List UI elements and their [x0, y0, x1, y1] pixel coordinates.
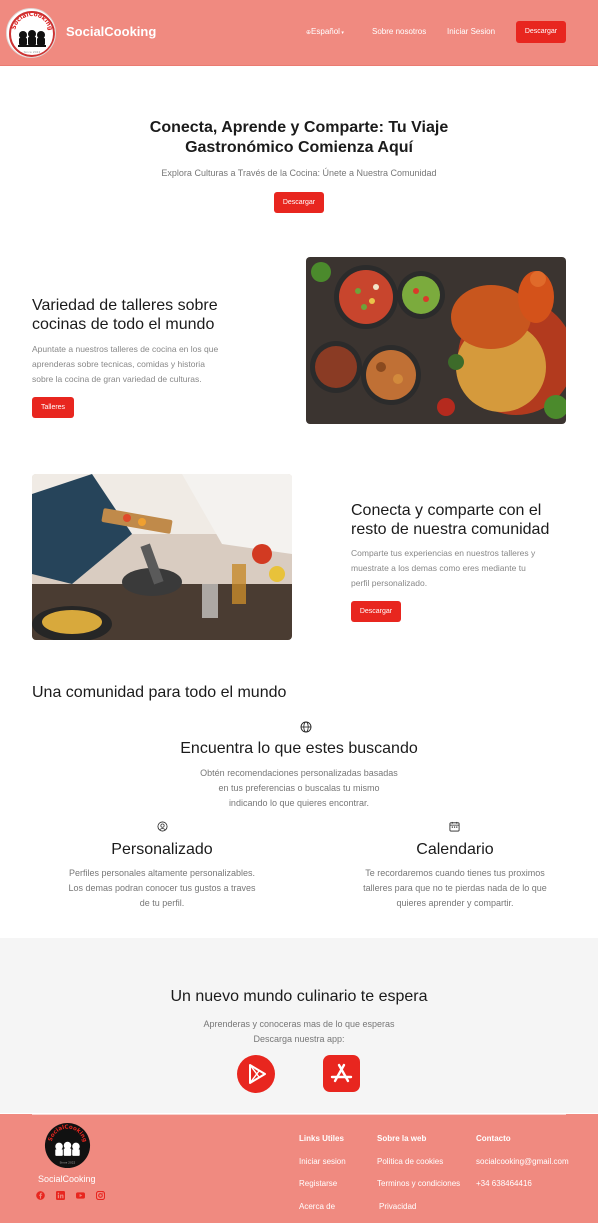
- feature-text-search: Obtén recomendaciones personalizadas bas…: [150, 766, 448, 811]
- workshops-title: Variedad de talleres sobre cocinas de to…: [32, 296, 282, 334]
- app-store-icon[interactable]: [323, 1055, 360, 1092]
- workshops-title-line1: Variedad de talleres sobre: [32, 297, 218, 314]
- footer-link-privacy[interactable]: Privacidad: [379, 1202, 416, 1211]
- brand-logo[interactable]: SocialCooking Since 2022: [6, 8, 56, 58]
- youtube-icon[interactable]: [76, 1191, 85, 1200]
- footer-divider: [32, 1114, 566, 1115]
- cooking-class-image: [32, 474, 292, 640]
- footer-contact-email[interactable]: socialcooking@gmail.com: [476, 1157, 569, 1166]
- nav-link-about[interactable]: Sobre nosotros: [372, 27, 426, 36]
- facebook-icon[interactable]: [36, 1191, 45, 1200]
- footer-col1-heading: Links Utiles: [299, 1134, 344, 1143]
- chevron-down-icon: ▾: [339, 30, 344, 36]
- community-text-line1: Comparte tus experiencias en nuestros ta…: [351, 548, 536, 558]
- feature-title-search: Encuentra lo que estes buscando: [180, 740, 418, 757]
- download-text: Aprenderas y conoceras mas de lo que esp…: [100, 1017, 498, 1047]
- user-circle-icon: [157, 821, 168, 832]
- instagram-icon[interactable]: [96, 1191, 105, 1200]
- footer-brand: SocialCooking: [38, 1174, 96, 1184]
- community-title: Conecta y comparte con el resto de nuest…: [351, 501, 581, 539]
- hero-title: Conecta, Aprende y Comparte: Tu Viaje Ga…: [100, 118, 498, 158]
- feature-personalized-line3: de tu perfil.: [139, 898, 185, 908]
- workshops-title-line2: cocinas de todo el mundo: [32, 316, 215, 333]
- hero-title-line1: Conecta, Aprende y Comparte: Tu Viaje: [149, 119, 449, 136]
- linkedin-icon[interactable]: [56, 1191, 65, 1200]
- language-label: Español: [311, 27, 340, 36]
- community-text: Comparte tus experiencias en nuestros ta…: [351, 546, 581, 591]
- feature-calendar-line2: talleres para que no te pierdas nada de …: [363, 883, 547, 893]
- header-download-button[interactable]: Descargar: [516, 21, 566, 43]
- hero-download-button[interactable]: Descargar: [274, 192, 324, 213]
- features-heading: Una comunidad para todo el mundo: [32, 684, 287, 701]
- footer-link-cookies[interactable]: Politica de cookies: [377, 1157, 443, 1166]
- feature-calendar-line3: quieres aprender y compartir.: [396, 898, 514, 908]
- download-text-line1: Aprenderas y conoceras mas de lo que esp…: [203, 1019, 395, 1029]
- moroccan-food-image: [306, 257, 566, 424]
- feature-title-calendar: Calendario: [416, 841, 494, 858]
- feature-search-line3: indicando lo que quieres encontrar.: [228, 798, 370, 808]
- nav-link-login[interactable]: Iniciar Sesion: [447, 27, 495, 36]
- community-title-line2: resto de nuestra comunidad: [351, 521, 550, 538]
- feature-search-line1: Obtén recomendaciones personalizadas bas…: [200, 768, 398, 778]
- feature-title-personalized: Personalizado: [111, 841, 213, 858]
- workshops-text-line2: aprenderas sobre tecnicas, comidas y his…: [32, 359, 205, 369]
- feature-calendar-line1: Te recordaremos cuando tienes tus proxim…: [365, 868, 545, 878]
- top-navbar: SocialCooking Since 2022 SocialCooking ⊕…: [0, 0, 598, 66]
- language-dropdown[interactable]: ⊕Español ▾: [306, 27, 344, 36]
- feature-text-personalized: Perfiles personales altamente personaliz…: [32, 866, 292, 911]
- footer-link-login[interactable]: Iniciar sesion: [299, 1157, 346, 1166]
- download-text-line2: Descarga nuestra app:: [253, 1034, 345, 1044]
- footer-logo[interactable]: SocialCooking Since 2022: [44, 1122, 91, 1169]
- community-download-button[interactable]: Descargar: [351, 601, 401, 622]
- footer-contact-phone[interactable]: +34 638464416: [476, 1179, 532, 1188]
- brand-name[interactable]: SocialCooking: [66, 24, 156, 39]
- footer-col3-heading: Contacto: [476, 1134, 511, 1143]
- workshops-button[interactable]: Talleres: [32, 397, 74, 418]
- logo-subtext: Since 2022: [24, 50, 41, 54]
- calendar-icon: [449, 821, 460, 832]
- globe-icon: [300, 721, 312, 733]
- community-text-line2: muestrate a los demas como eres mediante…: [351, 563, 526, 573]
- workshops-text-line3: sobre la cocina de gran variedad de cult…: [32, 374, 202, 384]
- footer-link-about[interactable]: Acerca de: [299, 1202, 335, 1211]
- google-play-icon[interactable]: [237, 1055, 275, 1093]
- feature-personalized-line2: Los demas podran conocer tus gustos a tr…: [68, 883, 256, 893]
- feature-search-line2: en tus preferencias o buscalas tu mismo: [218, 783, 380, 793]
- footer-col2-heading: Sobre la web: [377, 1134, 427, 1143]
- footer-link-terms[interactable]: Terminos y condiciones: [377, 1179, 460, 1188]
- workshops-text-line1: Apuntate a nuestros talleres de cocina e…: [32, 344, 219, 354]
- community-text-line3: perfil personalizado.: [351, 578, 428, 588]
- hero-subtitle: Explora Culturas a Través de la Cocina: …: [161, 168, 437, 178]
- footer-link-register[interactable]: Registarse: [299, 1179, 337, 1188]
- download-title: Un nuevo mundo culinario te espera: [170, 988, 428, 1005]
- feature-text-calendar: Te recordaremos cuando tienes tus proxim…: [325, 866, 585, 911]
- feature-personalized-line1: Perfiles personales altamente personaliz…: [68, 868, 256, 878]
- workshops-text: Apuntate a nuestros talleres de cocina e…: [32, 342, 282, 387]
- community-title-line1: Conecta y comparte con el: [351, 502, 542, 519]
- footer-logo-subtext: Since 2022: [60, 1160, 76, 1164]
- hero-title-line2: Gastronómico Comienza Aquí: [185, 139, 413, 156]
